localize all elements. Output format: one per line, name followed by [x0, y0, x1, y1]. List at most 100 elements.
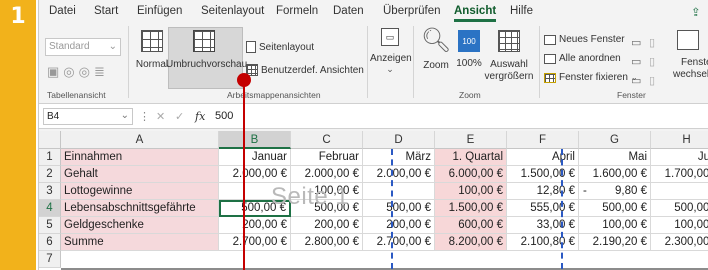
- cell-e2[interactable]: 6.000,00 €: [435, 166, 507, 183]
- tab-einfuegen[interactable]: Einfügen: [137, 5, 182, 17]
- column-header-c[interactable]: C: [291, 131, 363, 149]
- side-by-side-icon[interactable]: ▯: [649, 34, 655, 53]
- name-box[interactable]: B4 ⌄: [43, 108, 133, 125]
- column-header-h[interactable]: H: [651, 131, 708, 149]
- cell-c4[interactable]: 500,00 €: [291, 200, 363, 217]
- arrange-all-button[interactable]: Alle anordnen: [544, 53, 621, 64]
- cell-d3[interactable]: [363, 183, 435, 200]
- cell-b4[interactable]: 500,00 €: [219, 200, 291, 217]
- cell-a1[interactable]: Einnahmen: [61, 149, 219, 166]
- cell-h3[interactable]: [651, 183, 708, 200]
- tab-daten[interactable]: Daten: [333, 5, 364, 17]
- row-header-5[interactable]: 5: [39, 217, 61, 234]
- cell-b5[interactable]: 200,00 €: [219, 217, 291, 234]
- cell-d6[interactable]: 2.700,00 €: [363, 234, 435, 251]
- save-view-icon[interactable]: ▣: [47, 64, 63, 79]
- cell-g3[interactable]: 9,80 €: [579, 183, 651, 200]
- unhide-icon[interactable]: ▭: [631, 72, 641, 91]
- cell-h2[interactable]: 1.700,00 €: [651, 166, 708, 183]
- hide-icon[interactable]: ▭: [631, 53, 641, 72]
- tab-hilfe[interactable]: Hilfe: [510, 5, 533, 17]
- tab-formeln[interactable]: Formeln: [276, 5, 318, 17]
- cell-h6[interactable]: 2.300,00 €: [651, 234, 708, 251]
- new-window-button[interactable]: Neues Fenster: [544, 34, 625, 45]
- cell-a2[interactable]: Gehalt: [61, 166, 219, 183]
- cell-a4[interactable]: Lebensabschnittsgefährte: [61, 200, 219, 217]
- function-icon[interactable]: fx: [195, 110, 205, 123]
- cancel-icon[interactable]: ✕: [156, 110, 165, 123]
- cell-d1[interactable]: März: [363, 149, 435, 166]
- show-button[interactable]: ▭ Anzeigen ⌄: [370, 28, 412, 75]
- tab-ansicht[interactable]: Ansicht: [454, 5, 497, 22]
- column-header-a[interactable]: A: [61, 131, 219, 149]
- options-icon[interactable]: ≣: [94, 64, 109, 79]
- tab-datei[interactable]: Datei: [49, 5, 76, 17]
- sheet-view-dropdown[interactable]: Standard ⌄: [45, 38, 121, 56]
- cell-d5[interactable]: 200,00 €: [363, 217, 435, 234]
- reset-position-icon[interactable]: ▯: [649, 72, 655, 91]
- row-header-7[interactable]: 7: [39, 251, 61, 268]
- share-icon[interactable]: ⇪: [691, 5, 701, 19]
- cell-d2[interactable]: 2.000,00 €: [363, 166, 435, 183]
- column-header-e[interactable]: E: [435, 131, 507, 149]
- cell-b2[interactable]: 2.000,00 €: [219, 166, 291, 183]
- zoom-button[interactable]: 🔍︎ Zoom: [419, 29, 453, 72]
- cell-c1[interactable]: Februar: [291, 149, 363, 166]
- row-header-6[interactable]: 6: [39, 234, 61, 251]
- cell-g4[interactable]: 500,00 €: [579, 200, 651, 217]
- row-header-3[interactable]: 3: [39, 183, 61, 200]
- cell-c2[interactable]: 2.000,00 €: [291, 166, 363, 183]
- zoom-to-selection-button[interactable]: Auswahl vergrößern: [484, 30, 534, 83]
- switch-windows-button[interactable]: Fenste wechsel: [667, 30, 708, 81]
- cell-g6[interactable]: 2.190,20 €: [579, 234, 651, 251]
- cell-h1[interactable]: Juni: [651, 149, 708, 166]
- cell-f2[interactable]: 1.500,00 €: [507, 166, 579, 183]
- cell-f5[interactable]: 33,00 €: [507, 217, 579, 234]
- check-icon[interactable]: ✓: [175, 110, 184, 123]
- cell-e6[interactable]: 8.200,00 €: [435, 234, 507, 251]
- page-break-preview-button[interactable]: Umbruchvorschau: [166, 30, 247, 70]
- new-view-icon[interactable]: ◎: [79, 64, 94, 79]
- select-all-corner[interactable]: [39, 131, 61, 149]
- column-header-d[interactable]: D: [363, 131, 435, 149]
- cell-c6[interactable]: 2.800,00 €: [291, 234, 363, 251]
- column-header-g[interactable]: G: [579, 131, 651, 149]
- page-break-line[interactable]: [391, 149, 393, 269]
- normal-view-button[interactable]: Normal: [134, 30, 170, 70]
- cell-h5[interactable]: 100,00 €: [651, 217, 708, 234]
- freeze-panes-button[interactable]: Fenster fixieren ⌄: [544, 72, 638, 83]
- sync-scroll-icon[interactable]: ▯: [649, 53, 655, 72]
- formula-input[interactable]: 500: [215, 110, 233, 122]
- cell-e1[interactable]: 1. Quartal: [435, 149, 507, 166]
- cell-b6[interactable]: 2.700,00 €: [219, 234, 291, 251]
- exit-view-icon[interactable]: ◎: [63, 64, 78, 79]
- cell-f6[interactable]: 2.100,80 €: [507, 234, 579, 251]
- row-header-2[interactable]: 2: [39, 166, 61, 183]
- row-header-4[interactable]: 4: [39, 200, 61, 217]
- zoom-100-button[interactable]: 100 100%: [452, 30, 486, 69]
- tab-ueberpruefen[interactable]: Überprüfen: [383, 5, 441, 17]
- tab-start[interactable]: Start: [94, 5, 118, 17]
- split-icon[interactable]: ▭: [631, 34, 641, 53]
- cell-b3[interactable]: [219, 183, 291, 200]
- cell-b1[interactable]: Januar: [219, 149, 291, 166]
- cell-e3[interactable]: 100,00 €: [435, 183, 507, 200]
- cell-d4[interactable]: 500,00 €: [363, 200, 435, 217]
- cell-g5[interactable]: 100,00 €: [579, 217, 651, 234]
- sheet-view-icons[interactable]: ▣◎◎≣: [47, 64, 109, 80]
- cell-h4[interactable]: 500,00 €: [651, 200, 708, 217]
- cell-f4[interactable]: 555,00 €: [507, 200, 579, 217]
- cell-a5[interactable]: Geldgeschenke: [61, 217, 219, 234]
- cell-a3[interactable]: Lottogewinne: [61, 183, 219, 200]
- cell-g1[interactable]: Mai: [579, 149, 651, 166]
- page-layout-button[interactable]: Seitenlayout: [246, 41, 314, 53]
- cell-f3[interactable]: 12,80 €: [507, 183, 579, 200]
- column-header-b[interactable]: B: [219, 131, 291, 149]
- cell-c3[interactable]: 100,00 €: [291, 183, 363, 200]
- custom-views-button[interactable]: Benutzerdef. Ansichten: [246, 64, 364, 76]
- cell-e4[interactable]: 1.500,00 €: [435, 200, 507, 217]
- tab-seitenlayout[interactable]: Seitenlayout: [201, 5, 264, 17]
- cell-f1[interactable]: April: [507, 149, 579, 166]
- cell-g2[interactable]: 1.600,00 €: [579, 166, 651, 183]
- page-break-line[interactable]: [561, 149, 563, 269]
